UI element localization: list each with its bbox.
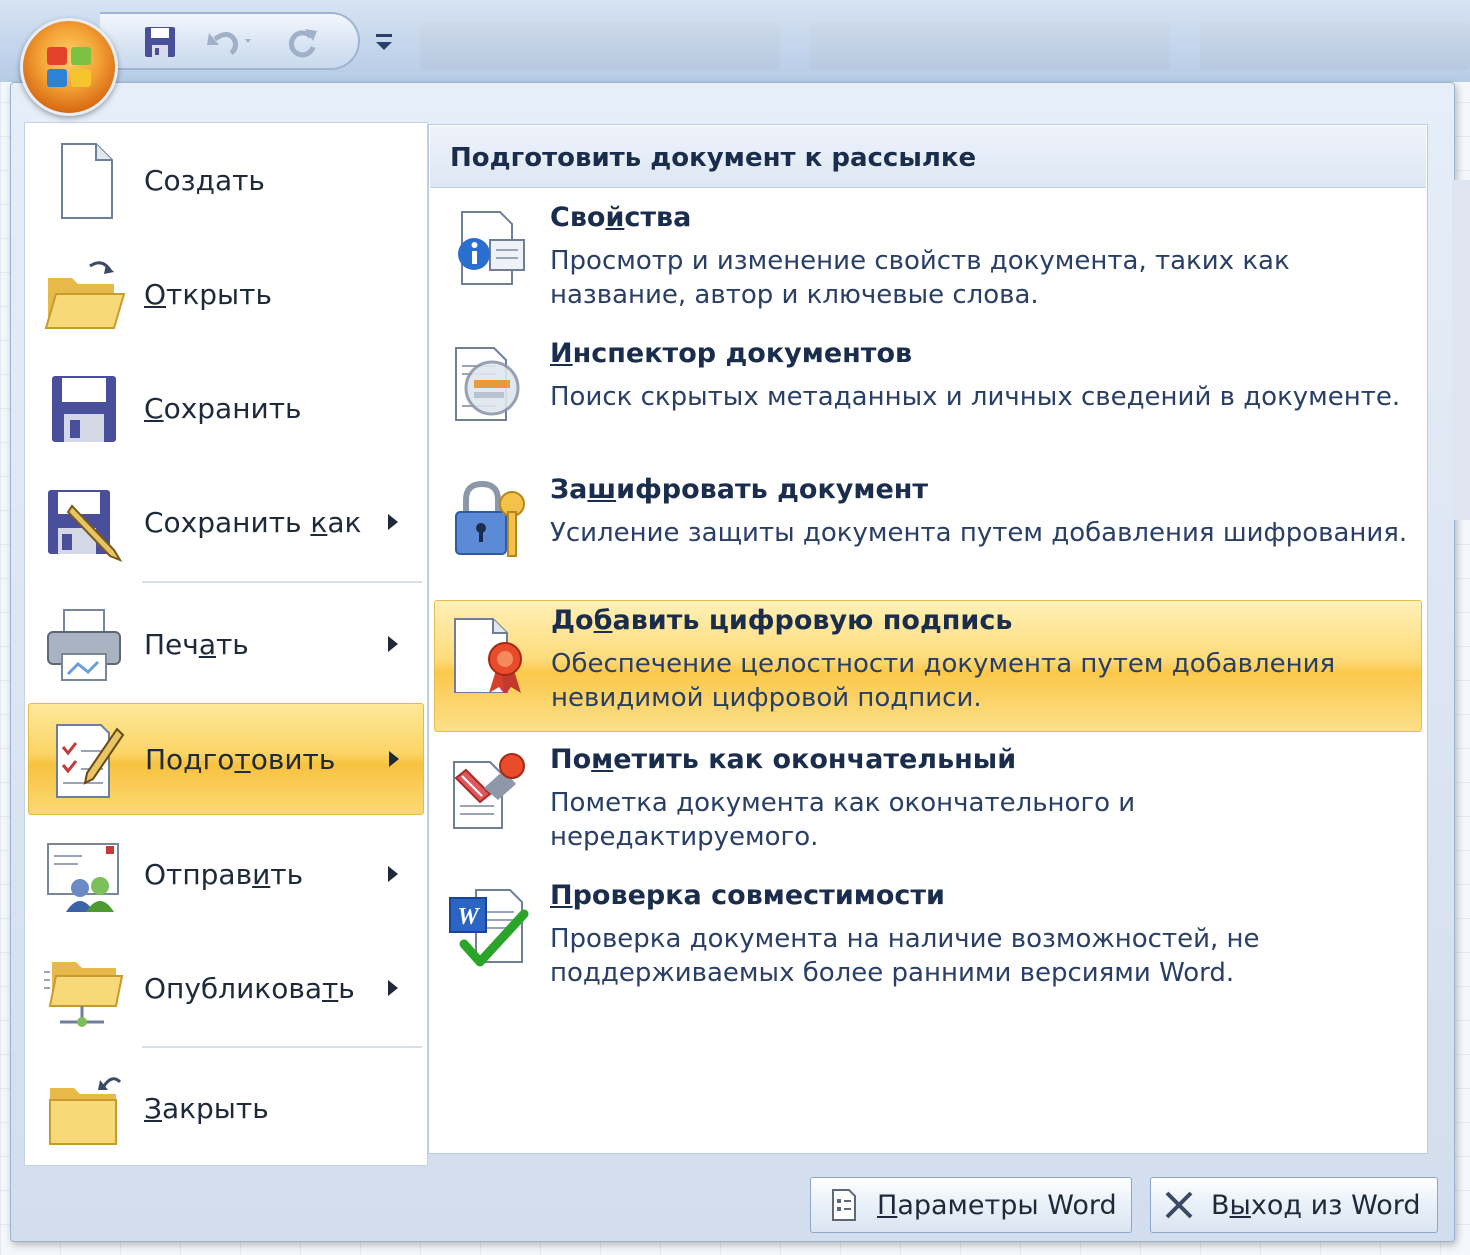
blurred-document-tab bbox=[1200, 22, 1470, 70]
qat-undo-button[interactable] bbox=[200, 23, 260, 61]
properties-icon bbox=[458, 211, 525, 285]
save-icon bbox=[145, 27, 175, 57]
submenu-item-description: Пометка документа как окончательного и н… bbox=[550, 788, 1136, 852]
menu-item-label: Создать bbox=[144, 163, 265, 197]
submenu-item-digital-signature[interactable]: Добавить цифровую подпись Обеспечение це… bbox=[434, 600, 1422, 732]
blurred-document-tab bbox=[810, 22, 1170, 70]
submenu-header: Подготовить документ к рассылке bbox=[430, 126, 1426, 188]
save-as-icon bbox=[48, 490, 123, 563]
qat-redo-button[interactable] bbox=[280, 23, 324, 61]
quick-access-toolbar bbox=[100, 12, 360, 70]
exit-word-label: Выход из Word bbox=[1211, 1189, 1421, 1221]
menu-item-label: Подготовить bbox=[145, 742, 336, 776]
menu-item-close[interactable]: Закрыть bbox=[28, 1052, 424, 1164]
menu-separator bbox=[142, 1046, 422, 1048]
customize-qat-icon bbox=[376, 34, 392, 50]
submenu-item-title: Свойства bbox=[550, 202, 692, 233]
compatibility-icon: W bbox=[449, 889, 529, 967]
word-options-label: Параметры Word bbox=[877, 1189, 1117, 1221]
submenu-arrow-icon bbox=[388, 636, 398, 652]
scrollbar[interactable] bbox=[1452, 180, 1470, 520]
submenu-item-title: Проверка совместимости bbox=[550, 880, 945, 911]
submenu-item-properties[interactable]: Свойства Просмотр и изменение свойств до… bbox=[434, 198, 1422, 330]
submenu-arrow-icon bbox=[389, 751, 399, 767]
svg-text:W: W bbox=[457, 904, 480, 930]
encrypt-icon bbox=[455, 480, 525, 557]
submenu-item-encrypt[interactable]: Зашифровать документ Усиление защиты док… bbox=[434, 470, 1422, 602]
mark-final-icon bbox=[453, 753, 525, 829]
menu-item-label: Открыть bbox=[144, 277, 272, 311]
menu-item-open[interactable]: Открыть bbox=[28, 238, 424, 350]
menu-item-send[interactable]: Отправить bbox=[28, 818, 424, 930]
menu-item-save-as[interactable]: Сохранить как bbox=[28, 466, 424, 578]
open-folder-icon bbox=[44, 261, 126, 329]
inspector-icon bbox=[455, 347, 520, 421]
prepare-icon bbox=[56, 724, 125, 798]
customize-qat-button[interactable] bbox=[372, 28, 396, 56]
submenu-item-description: Поиск скрытых метаданных и личных сведен… bbox=[550, 382, 1401, 412]
submenu-item-mark-final[interactable]: Пометить как окончательный Пометка докум… bbox=[434, 740, 1422, 872]
blurred-document-tab bbox=[420, 22, 780, 70]
menu-item-publish[interactable]: Опубликовать bbox=[28, 932, 424, 1044]
submenu-item-compatibility[interactable]: W Проверка совместимости Проверка докуме… bbox=[434, 876, 1422, 1008]
menu-item-prepare[interactable]: Подготовить bbox=[28, 703, 424, 815]
publish-icon bbox=[44, 962, 124, 1027]
submenu-arrow-icon bbox=[388, 980, 398, 996]
submenu-item-title: Зашифровать документ bbox=[550, 474, 929, 505]
submenu-item-description: Проверка документа на наличие возможност… bbox=[550, 924, 1260, 988]
new-document-icon bbox=[61, 143, 113, 219]
office-button[interactable] bbox=[20, 18, 118, 116]
submenu-item-title: Инспектор документов bbox=[550, 338, 913, 369]
menu-item-label: Сохранить как bbox=[144, 505, 362, 539]
menu-item-label: Опубликовать bbox=[144, 971, 355, 1005]
word-options-button[interactable]: Параметры Word bbox=[810, 1177, 1132, 1233]
save-icon bbox=[52, 376, 116, 442]
close-icon bbox=[1161, 1187, 1197, 1223]
undo-icon bbox=[207, 32, 251, 56]
menu-item-label: Отправить bbox=[144, 857, 304, 891]
printer-icon bbox=[47, 609, 121, 681]
submenu-item-title: Пометить как окончательный bbox=[550, 744, 1017, 775]
menu-item-create[interactable]: Создать bbox=[28, 124, 424, 236]
menu-item-save[interactable]: Сохранить bbox=[28, 352, 424, 464]
submenu-item-description: Обеспечение целостности документа путем … bbox=[551, 649, 1336, 713]
menu-item-label: Печать bbox=[144, 627, 249, 661]
signature-icon bbox=[454, 618, 522, 693]
submenu-item-title: Добавить цифровую подпись bbox=[551, 605, 1013, 636]
office-logo-icon bbox=[47, 47, 95, 91]
submenu-item-inspector[interactable]: Инспектор документов Поиск скрытых метад… bbox=[434, 334, 1422, 466]
submenu-item-description: Усиление защиты документа путем добавлен… bbox=[550, 518, 1408, 548]
qat-save-button[interactable] bbox=[138, 23, 182, 61]
send-icon bbox=[47, 843, 119, 912]
close-folder-icon bbox=[49, 1077, 122, 1145]
menu-item-label: Закрыть bbox=[144, 1091, 269, 1125]
exit-word-button[interactable]: Выход из Word bbox=[1150, 1177, 1438, 1233]
menu-item-label: Сохранить bbox=[144, 391, 302, 425]
options-document-icon bbox=[825, 1187, 861, 1223]
menu-item-print[interactable]: Печать bbox=[28, 588, 424, 700]
redo-icon bbox=[288, 29, 317, 58]
submenu-arrow-icon bbox=[388, 866, 398, 882]
submenu-arrow-icon bbox=[388, 514, 398, 530]
submenu-item-description: Просмотр и изменение свойств документа, … bbox=[550, 246, 1290, 310]
menu-separator bbox=[142, 581, 422, 583]
